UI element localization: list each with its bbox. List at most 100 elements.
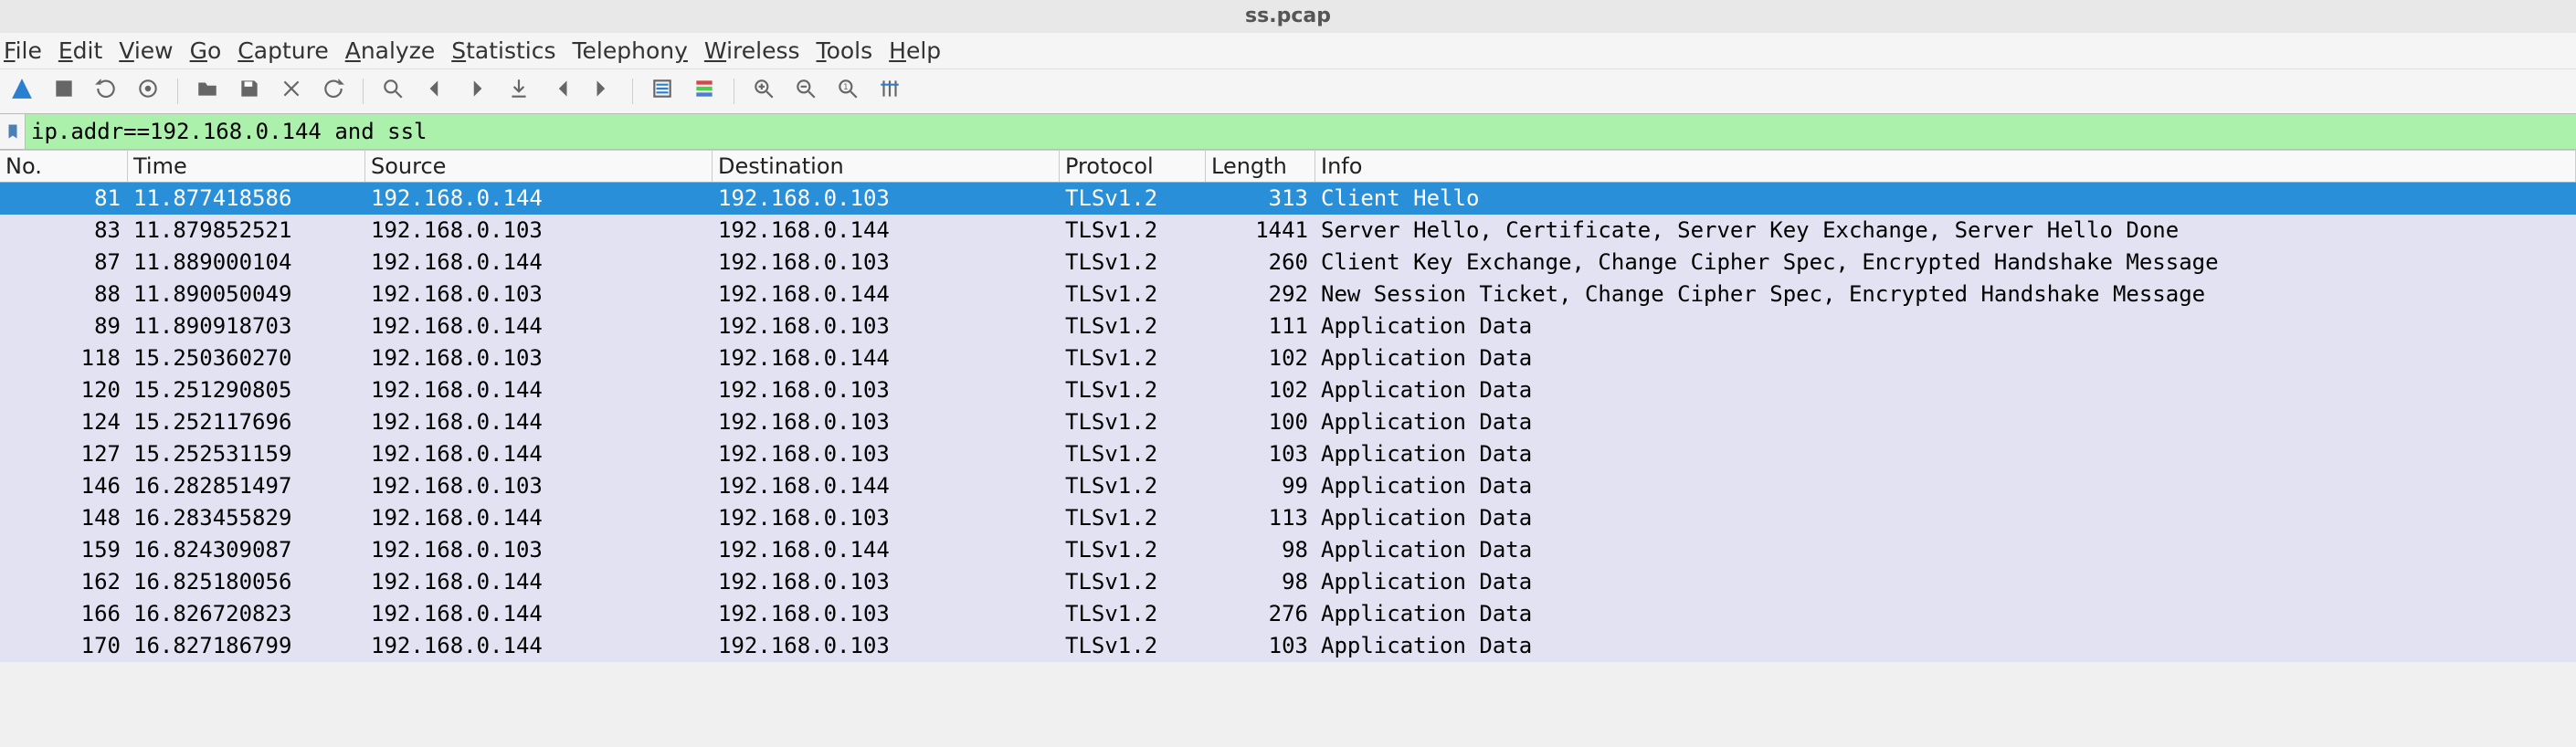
packet-row[interactable]: 11815.250360270192.168.0.103192.168.0.14… [0, 342, 2576, 374]
menu-analyze[interactable]: Analyze [345, 37, 436, 64]
packet-row[interactable]: 12415.252117696192.168.0.144192.168.0.10… [0, 406, 2576, 438]
packet-row[interactable]: 8711.889000104192.168.0.144192.168.0.103… [0, 247, 2576, 279]
window-title: ss.pcap [1245, 5, 1331, 27]
cell-length: 102 [1206, 342, 1315, 374]
packet-row[interactable]: 17016.827186799192.168.0.144192.168.0.10… [0, 630, 2576, 662]
packet-row[interactable]: 8911.890918703192.168.0.144192.168.0.103… [0, 310, 2576, 342]
cell-destination: 192.168.0.103 [713, 374, 1060, 406]
cell-no: 148 [0, 502, 128, 534]
col-header-no[interactable]: No. [0, 151, 128, 182]
zoom-in-button[interactable] [747, 75, 780, 108]
colorize-button[interactable] [688, 75, 721, 108]
cell-destination: 192.168.0.103 [713, 247, 1060, 279]
reload-file-button[interactable] [317, 75, 350, 108]
cell-info: Application Data [1315, 502, 2576, 534]
menu-edit[interactable]: Edit [58, 37, 102, 64]
go-first-button[interactable] [544, 75, 577, 108]
packet-row[interactable]: 14616.282851497192.168.0.103192.168.0.14… [0, 470, 2576, 502]
cell-time: 11.877418586 [128, 183, 365, 215]
col-header-info[interactable]: Info [1315, 151, 2576, 182]
cell-info: Client Hello [1315, 183, 2576, 215]
cell-destination: 192.168.0.144 [713, 534, 1060, 566]
svg-text:1: 1 [843, 83, 849, 92]
restart-capture-icon [94, 77, 118, 106]
save-file-button[interactable] [233, 75, 266, 108]
packet-row[interactable]: 16616.826720823192.168.0.144192.168.0.10… [0, 598, 2576, 630]
menu-go[interactable]: Go [190, 37, 222, 64]
zoom-out-button[interactable] [789, 75, 822, 108]
menu-telephony[interactable]: Telephony [573, 37, 688, 64]
menu-view[interactable]: View [119, 37, 173, 64]
col-header-protocol[interactable]: Protocol [1060, 151, 1206, 182]
cell-info: Client Key Exchange, Change Cipher Spec,… [1315, 247, 2576, 279]
cell-source: 192.168.0.144 [365, 247, 713, 279]
capture-options-button[interactable] [132, 75, 164, 108]
cell-info: Application Data [1315, 534, 2576, 566]
cell-info: Application Data [1315, 342, 2576, 374]
cell-source: 192.168.0.144 [365, 183, 713, 215]
cell-source: 192.168.0.103 [365, 534, 713, 566]
menu-statistics[interactable]: Statistics [451, 37, 555, 64]
packet-row[interactable]: 14816.283455829192.168.0.144192.168.0.10… [0, 502, 2576, 534]
packet-row[interactable]: 12015.251290805192.168.0.144192.168.0.10… [0, 374, 2576, 406]
menu-file[interactable]: File [4, 37, 42, 64]
restart-capture-button[interactable] [90, 75, 122, 108]
cell-destination: 192.168.0.103 [713, 502, 1060, 534]
cell-protocol: TLSv1.2 [1060, 534, 1206, 566]
cell-time: 16.282851497 [128, 470, 365, 502]
menu-tools[interactable]: Tools [817, 37, 873, 64]
bookmark-icon[interactable] [0, 114, 26, 149]
cell-length: 113 [1206, 502, 1315, 534]
cell-time: 11.879852521 [128, 215, 365, 247]
display-filter-input[interactable] [26, 114, 2576, 149]
open-file-button[interactable] [191, 75, 224, 108]
menu-capture[interactable]: Capture [238, 37, 328, 64]
packet-row[interactable]: 8811.890050049192.168.0.103192.168.0.144… [0, 279, 2576, 310]
packet-row[interactable]: 8111.877418586192.168.0.144192.168.0.103… [0, 183, 2576, 215]
go-back-button[interactable] [418, 75, 451, 108]
window-titlebar: ss.pcap [0, 0, 2576, 33]
cell-source: 192.168.0.103 [365, 470, 713, 502]
go-first-icon [549, 77, 573, 106]
cell-length: 103 [1206, 438, 1315, 470]
col-header-time[interactable]: Time [128, 151, 365, 182]
packet-row[interactable]: 16216.825180056192.168.0.144192.168.0.10… [0, 566, 2576, 598]
menu-wireless[interactable]: Wireless [704, 37, 800, 64]
go-to-packet-icon [507, 77, 531, 106]
close-file-button[interactable] [275, 75, 308, 108]
cell-length: 313 [1206, 183, 1315, 215]
cell-destination: 192.168.0.103 [713, 183, 1060, 215]
stop-capture-button[interactable] [48, 75, 80, 108]
cell-no: 87 [0, 247, 128, 279]
packet-row[interactable]: 15916.824309087192.168.0.103192.168.0.14… [0, 534, 2576, 566]
cell-protocol: TLSv1.2 [1060, 342, 1206, 374]
auto-scroll-button[interactable] [646, 75, 679, 108]
zoom-reset-button[interactable]: 1 [831, 75, 864, 108]
cell-source: 192.168.0.144 [365, 598, 713, 630]
packet-list[interactable]: 8111.877418586192.168.0.144192.168.0.103… [0, 183, 2576, 662]
cell-source: 192.168.0.103 [365, 342, 713, 374]
cell-length: 103 [1206, 630, 1315, 662]
go-to-packet-button[interactable] [502, 75, 535, 108]
go-last-button[interactable] [586, 75, 619, 108]
cell-destination: 192.168.0.144 [713, 215, 1060, 247]
packet-row[interactable]: 12715.252531159192.168.0.144192.168.0.10… [0, 438, 2576, 470]
packet-row[interactable]: 8311.879852521192.168.0.103192.168.0.144… [0, 215, 2576, 247]
cell-time: 16.824309087 [128, 534, 365, 566]
col-header-source[interactable]: Source [365, 151, 713, 182]
cell-protocol: TLSv1.2 [1060, 598, 1206, 630]
col-header-length[interactable]: Length [1206, 151, 1315, 182]
go-last-icon [591, 77, 615, 106]
col-header-destination[interactable]: Destination [713, 151, 1060, 182]
cell-destination: 192.168.0.103 [713, 598, 1060, 630]
resize-columns-button[interactable] [873, 75, 906, 108]
go-forward-button[interactable] [460, 75, 493, 108]
cell-destination: 192.168.0.144 [713, 279, 1060, 310]
cell-source: 192.168.0.144 [365, 630, 713, 662]
save-file-icon [238, 77, 261, 106]
cell-source: 192.168.0.103 [365, 279, 713, 310]
toolbar: 1 [0, 69, 2576, 113]
find-packet-button[interactable] [376, 75, 409, 108]
menu-help[interactable]: Help [889, 37, 941, 64]
start-capture-button[interactable] [5, 75, 38, 108]
